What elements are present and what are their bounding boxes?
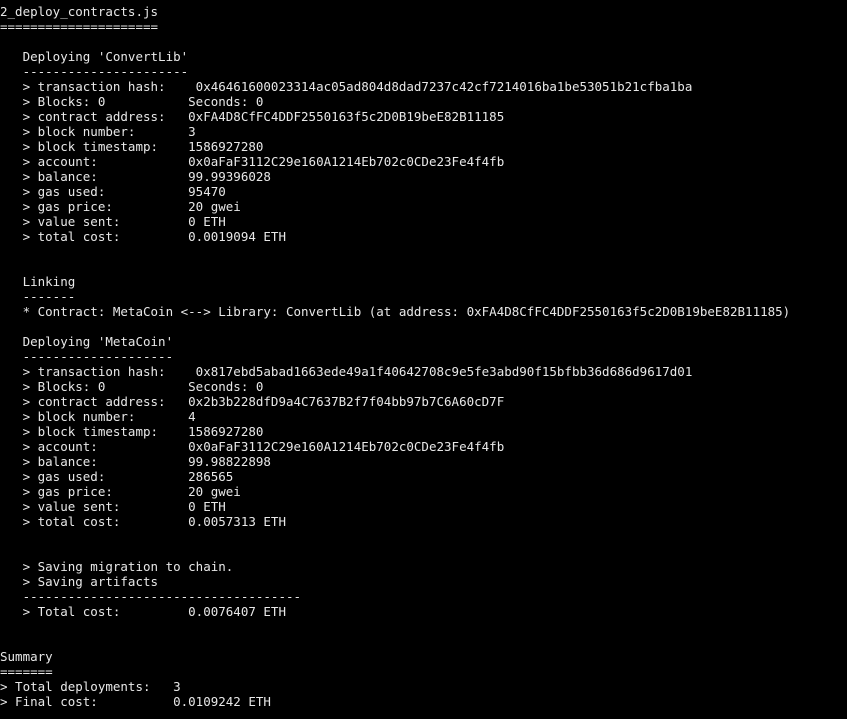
metacoin-contract-address-row: > contract address: 0x2b3b228dfD9a4C7637… [0,394,505,409]
convertlib-value-sent-row: > value sent: 0 ETH [0,214,226,229]
migration-file-title: 2_deploy_contracts.js [0,4,159,19]
linking-header: Linking [0,274,76,289]
console-output: 2_deploy_contracts.js ===================… [0,4,790,709]
convertlib-block-timestamp-row: > block timestamp: 1586927280 [0,139,264,154]
saving-migration-line: > Saving migration to chain. [0,559,234,574]
linking-header-underline: ------- [0,289,76,304]
convertlib-gas-used-row: > gas used: 95470 [0,184,226,199]
metacoin-gas-used-row: > gas used: 286565 [0,469,234,484]
saving-artifacts-line: > Saving artifacts [0,574,159,589]
linking-entry: * Contract: MetaCoin <--> Library: Conve… [0,304,791,319]
convertlib-account-row: > account: 0x0aFaF3112C29e160A1214Eb702c… [0,154,505,169]
summary-title-underline: ======= [0,664,53,679]
convertlib-block-number-row: > block number: 3 [0,124,196,139]
deploy-convertlib-header: Deploying 'ConvertLib' [0,49,189,64]
convertlib-transaction-hash-row: > transaction hash: 0x46461600023314ac05… [0,79,693,94]
terminal-window: 2_deploy_contracts.js ===================… [0,0,847,719]
saving-total-cost-line: > Total cost: 0.0076407 ETH [0,604,286,619]
metacoin-total-cost-row: > total cost: 0.0057313 ETH [0,514,286,529]
convertlib-total-cost-row: > total cost: 0.0019094 ETH [0,229,286,244]
metacoin-value-sent-row: > value sent: 0 ETH [0,499,226,514]
deploy-convertlib-header-underline: ---------------------- [0,64,189,79]
summary-total-deployments-row: > Total deployments: 3 [0,679,181,694]
metacoin-block-timestamp-row: > block timestamp: 1586927280 [0,424,264,439]
metacoin-account-row: > account: 0x0aFaF3112C29e160A1214Eb702c… [0,439,505,454]
metacoin-gas-price-row: > gas price: 20 gwei [0,484,241,499]
metacoin-blocks-seconds-row: > Blocks: 0 Seconds: 0 [0,379,264,394]
metacoin-block-number-row: > block number: 4 [0,409,196,424]
deploy-metacoin-header-underline: -------------------- [0,349,174,364]
metacoin-balance-row: > balance: 99.98822898 [0,454,271,469]
convertlib-balance-row: > balance: 99.99396028 [0,169,271,184]
saving-separator: ------------------------------------- [0,589,302,604]
convertlib-gas-price-row: > gas price: 20 gwei [0,199,241,214]
convertlib-blocks-seconds-row: > Blocks: 0 Seconds: 0 [0,94,264,109]
metacoin-transaction-hash-row: > transaction hash: 0x817ebd5abad1663ede… [0,364,693,379]
summary-title: Summary [0,649,53,664]
deploy-metacoin-header: Deploying 'MetaCoin' [0,334,174,349]
migration-file-title-underline: ===================== [0,19,159,34]
summary-final-cost-row: > Final cost: 0.0109242 ETH [0,694,271,709]
convertlib-contract-address-row: > contract address: 0xFA4D8CfFC4DDF25501… [0,109,505,124]
